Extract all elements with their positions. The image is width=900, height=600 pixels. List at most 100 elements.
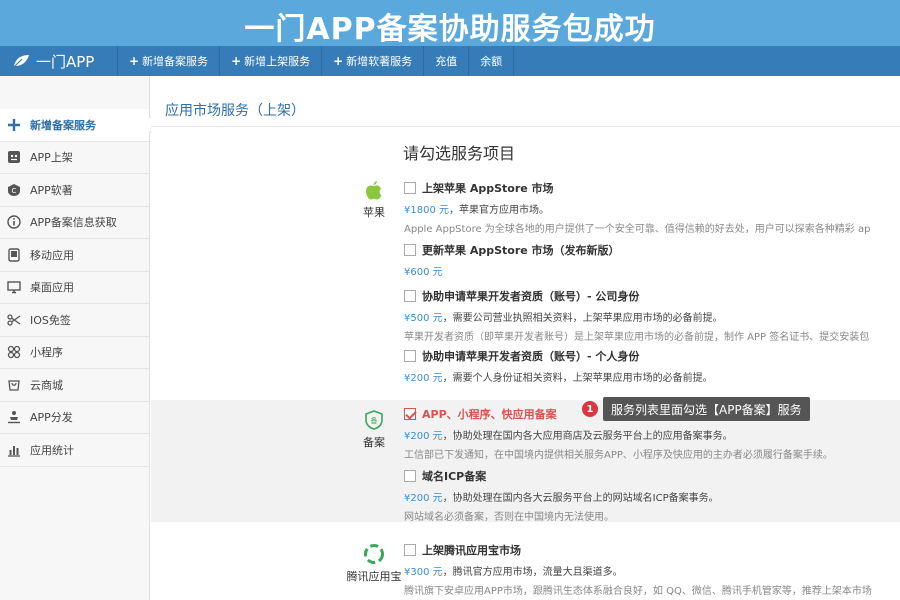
nav-balance[interactable]: 余额 xyxy=(469,46,515,76)
desktop-icon xyxy=(6,279,22,295)
option-description: Apple AppStore 为全球各地的用户提供了一个安全可靠、值得信赖的好去… xyxy=(404,224,871,235)
section-title: 请勾选服务项目 xyxy=(403,144,516,163)
mini-program-icon xyxy=(6,344,22,360)
service-checkbox[interactable] xyxy=(404,470,416,482)
sidebar-item-cloud-mall[interactable]: 云商城 xyxy=(0,369,149,402)
option-price-note: ，需要公司营业执照相关资料，上架苹果应用市场的必备前提。 xyxy=(442,313,723,324)
option-price-line: ¥200 元，需要个人身份证相关资料，上架苹果应用市场的必备前提。 xyxy=(404,369,900,384)
option-price: ¥1800 元 xyxy=(404,205,449,216)
sidebar-item-app-copyright[interactable]: C APP软著 xyxy=(0,174,149,207)
option-price-note: ，苹果官方应用市场。 xyxy=(449,205,549,216)
service-option: 域名ICP备案 ¥200 元，协助处理在国内各大云服务平台上的网站域名ICP备案… xyxy=(404,468,900,523)
option-title: 上架腾讯应用宝市场 xyxy=(422,544,521,557)
category-label: 备案 xyxy=(363,436,385,449)
sidebar-item-new-filing[interactable]: 新增备案服务 xyxy=(0,109,159,142)
option-title: 协助申请苹果开发者资质（账号）- 个人身份 xyxy=(422,350,640,363)
option-price: ¥500 元 xyxy=(404,313,443,324)
option-price: ¥200 元 xyxy=(404,431,443,442)
option-price: ¥200 元 xyxy=(404,493,443,504)
service-option: 上架苹果 AppStore 市场 ¥1800 元，苹果官方应用市场。 Apple… xyxy=(404,180,900,235)
sidebar-item-desktop-app[interactable]: 桌面应用 xyxy=(0,272,149,304)
option-price: ¥200 元 xyxy=(404,373,443,384)
distribute-icon xyxy=(6,409,22,425)
step-badge: 1 xyxy=(582,401,598,417)
sidebar-item-label: 小程序 xyxy=(30,346,63,360)
option-price-line: ¥200 元，协助处理在国内各大应用商店及云服务平台上的应用备案事务。 xyxy=(404,427,900,442)
plus-icon xyxy=(6,117,22,133)
sidebar-item-app-listing[interactable]: APP上架 xyxy=(0,142,149,174)
hint-tooltip: 服务列表里面勾选【APP备案】服务 xyxy=(603,397,810,421)
sidebar-item-mini-program[interactable]: 小程序 xyxy=(0,337,149,369)
sidebar-item-app-distribution[interactable]: APP分发 xyxy=(0,402,149,434)
option-price: ¥300 元 xyxy=(404,567,443,578)
tencent-app-store-icon xyxy=(364,544,384,564)
sidebar-item-label: APP备案信息获取 xyxy=(30,216,117,230)
service-option: 更新苹果 AppStore 市场（发布新版） ¥600 元 xyxy=(404,242,900,278)
option-description: 工信部已下发通知，在中国境内提供相关服务APP、小程序及快应用的主办者必须履行备… xyxy=(404,450,833,461)
sidebar-item-label: IOS免签 xyxy=(30,313,71,327)
copyright-icon: C xyxy=(6,182,22,198)
brand-logo[interactable]: 一门APP xyxy=(0,46,118,76)
cart-icon xyxy=(6,377,22,393)
option-description: 腾讯旗下安卓应用APP市场，跟腾讯生态体系融合良好，如 QQ、微信、腾讯手机管家… xyxy=(404,586,872,597)
option-price-line: ¥1800 元，苹果官方应用市场。 xyxy=(404,201,900,216)
sidebar-item-label: 移动应用 xyxy=(30,248,74,262)
sidebar-item-ios-nosign[interactable]: IOS免签 xyxy=(0,304,149,337)
nav-add-listing[interactable]: + 新增上架服务 xyxy=(220,46,323,76)
filing-shield-icon: 备 xyxy=(365,410,383,430)
service-checkbox[interactable] xyxy=(404,544,416,556)
option-title: 更新苹果 AppStore 市场（发布新版） xyxy=(422,244,620,257)
nav-label: 新增上架服务 xyxy=(244,55,311,68)
service-group-apple: 苹果 上架苹果 AppStore 市场 ¥1800 元，苹果官方应用市场。 Ap… xyxy=(151,174,900,386)
info-icon xyxy=(6,214,22,230)
promo-banner: 一门APP备案协助服务包成功 xyxy=(0,0,900,47)
service-checkbox[interactable] xyxy=(404,182,416,194)
option-price: ¥600 元 xyxy=(404,267,443,278)
option-title: APP、小程序、快应用备案 xyxy=(422,408,557,421)
option-title: 上架苹果 AppStore 市场 xyxy=(422,182,554,195)
service-group-tencent: 腾讯应用宝 上架腾讯应用宝市场 ¥300 元，腾讯官方应用市场，流量大且渠道多。… xyxy=(151,536,900,600)
option-price-line: ¥500 元，需要公司营业执照相关资料，上架苹果应用市场的必备前提。 xyxy=(404,309,900,324)
brand-name: 一门APP xyxy=(36,52,95,71)
service-option: 协助申请苹果开发者资质（账号）- 个人身份 ¥200 元，需要个人身份证相关资料… xyxy=(404,348,900,384)
svg-text:备: 备 xyxy=(371,416,378,425)
category-filing: 备 备案 xyxy=(349,410,399,450)
plus-icon: + xyxy=(129,54,140,68)
sidebar-item-filing-info[interactable]: APP备案信息获取 xyxy=(0,207,149,239)
service-option: 上架腾讯应用宝市场 ¥300 元，腾讯官方应用市场，流量大且渠道多。 腾讯旗下安… xyxy=(404,542,900,597)
sidebar: 新增备案服务 APP上架 C APP软著 APP备案信息获取 移动应用 桌面应用… xyxy=(0,76,159,600)
sidebar-item-label: APP分发 xyxy=(30,411,73,425)
service-checkbox[interactable] xyxy=(404,290,416,302)
option-price-line: ¥300 元，腾讯官方应用市场，流量大且渠道多。 xyxy=(404,563,900,578)
leaf-icon xyxy=(13,55,29,68)
sidebar-item-label: 桌面应用 xyxy=(30,281,74,295)
nav-recharge[interactable]: 充值 xyxy=(424,46,470,76)
sidebar-item-app-stats[interactable]: 应用统计 xyxy=(0,434,149,467)
nav-label: 充值 xyxy=(435,55,458,68)
main-content: 应用市场服务（上架） 请勾选服务项目 苹果 上架苹果 AppStore 市场 ¥… xyxy=(151,76,900,600)
option-price-line: ¥600 元 xyxy=(404,263,900,278)
service-checkbox-checked[interactable] xyxy=(404,408,416,420)
option-description: 苹果开发者资质（即苹果开发者账号）是上架苹果应用市场的必备前提，制作 APP 签… xyxy=(404,332,870,343)
app-store-icon xyxy=(6,149,22,165)
option-price-note: ，腾讯官方应用市场，流量大且渠道多。 xyxy=(442,567,623,578)
apple-icon xyxy=(366,181,382,200)
option-price-line: ¥200 元，协助处理在国内各大云服务平台上的网站域名ICP备案事务。 xyxy=(404,489,900,504)
service-checkbox[interactable] xyxy=(404,350,416,362)
sidebar-item-label: 云商城 xyxy=(30,378,63,392)
nav-add-filing[interactable]: + 新增备案服务 xyxy=(118,46,221,76)
category-apple: 苹果 xyxy=(349,180,399,220)
nav-label: 余额 xyxy=(480,55,503,68)
plus-icon: + xyxy=(231,54,242,68)
sidebar-item-label: 应用统计 xyxy=(30,443,74,457)
option-title: 协助申请苹果开发者资质（账号）- 公司身份 xyxy=(422,290,640,303)
service-checkbox[interactable] xyxy=(404,244,416,256)
service-option: 协助申请苹果开发者资质（账号）- 公司身份 ¥500 元，需要公司营业执照相关资… xyxy=(404,288,900,343)
sidebar-item-mobile-app[interactable]: 移动应用 xyxy=(0,239,149,272)
nav-add-copyright[interactable]: + 新增软著服务 xyxy=(322,46,425,76)
sidebar-item-label: 新增备案服务 xyxy=(30,118,96,132)
option-price-note: ，协助处理在国内各大云服务平台上的网站域名ICP备案事务。 xyxy=(442,493,719,504)
sidebar-item-label: APP软著 xyxy=(30,183,73,197)
option-price-note: ，协助处理在国内各大应用商店及云服务平台上的应用备案事务。 xyxy=(442,431,733,442)
